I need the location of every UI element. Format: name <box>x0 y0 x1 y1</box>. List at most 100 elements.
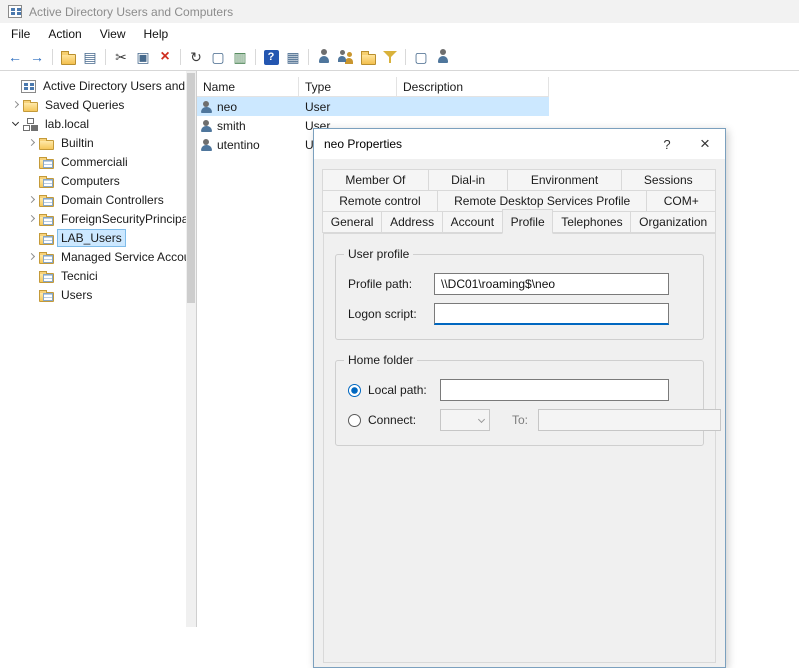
tree-expander-icon[interactable] <box>24 288 38 302</box>
tree-item-icon <box>23 102 38 112</box>
list-row-neo[interactable]: neo User <box>197 97 549 116</box>
tab-com-plus[interactable]: COM+ <box>646 190 716 212</box>
tree-item-label: Domain Controllers <box>58 192 167 208</box>
new-user-icon[interactable] <box>313 46 335 68</box>
column-header-name[interactable]: Name <box>197 77 299 96</box>
filter-icon[interactable] <box>379 46 401 68</box>
policy-icon[interactable]: ▢ <box>410 46 432 68</box>
tree-item-tecnici[interactable]: Tecnici <box>0 266 186 285</box>
tree-item-icon <box>39 159 54 169</box>
user-profile-group: User profile Profile path: Logon script: <box>335 254 704 340</box>
export-list-icon[interactable]: ▤ <box>79 46 101 68</box>
tree-item-label: ForeignSecurityPrincipals <box>58 211 186 227</box>
tab-row-1: Member OfDial-inEnvironmentSessions <box>323 169 716 191</box>
tree-expander-icon[interactable] <box>24 136 38 150</box>
find-user-icon[interactable] <box>432 46 454 68</box>
tree-expander-icon[interactable] <box>24 212 38 226</box>
tree-item-users[interactable]: Users <box>0 285 186 304</box>
tree-item-saved-queries[interactable]: Saved Queries <box>0 95 186 114</box>
cut-icon[interactable]: ✂ <box>110 46 132 68</box>
tree-expander-icon[interactable] <box>8 98 22 112</box>
menu-help[interactable]: Help <box>135 24 178 44</box>
tree-item-icon <box>39 216 54 226</box>
tree-expander-icon[interactable] <box>8 117 22 131</box>
tab-general[interactable]: General <box>322 211 382 233</box>
tree-item-root[interactable]: Active Directory Users and Computers <box>0 76 186 95</box>
back-icon[interactable]: ← <box>4 46 26 68</box>
menu-file[interactable]: File <box>2 24 39 44</box>
tab-organization[interactable]: Organization <box>630 211 716 233</box>
local-path-label: Local path: <box>368 383 440 397</box>
tab-sessions[interactable]: Sessions <box>621 169 716 191</box>
connect-radio[interactable] <box>348 414 361 427</box>
tree-expander-icon[interactable] <box>24 155 38 169</box>
connect-row: Connect: To: <box>348 409 691 431</box>
delete-icon[interactable]: × <box>154 46 176 68</box>
user-icon <box>201 120 212 132</box>
tree-item-label: Active Directory Users and Computers <box>40 78 186 94</box>
profile-tab-page: User profile Profile path: Logon script:… <box>323 233 716 663</box>
tree-expander-icon[interactable] <box>6 79 20 93</box>
local-path-radio[interactable] <box>348 384 361 397</box>
tree-expander-icon[interactable] <box>24 269 38 283</box>
toolbar: ← → ▤ ✂ ▣ × ↻ ▢ ▥ ? ▦ <box>0 44 799 71</box>
tree-expander-icon[interactable] <box>24 250 38 264</box>
dialog-help-button[interactable]: ? <box>649 129 685 159</box>
tree-item-icon <box>39 178 54 188</box>
export-icon[interactable]: ▥ <box>229 46 251 68</box>
tree-item-lab-local[interactable]: lab.local <box>0 114 186 133</box>
cell-name: smith <box>197 119 299 133</box>
tab-member-of[interactable]: Member Of <box>322 169 429 191</box>
toolbar-separator <box>180 49 181 65</box>
toolbar-separator <box>405 49 406 65</box>
tree-item-domain-controllers[interactable]: Domain Controllers <box>0 190 186 209</box>
local-path-row: Local path: <box>348 379 691 401</box>
tree-scrollbar-thumb[interactable] <box>187 73 195 303</box>
tree-item-label: LAB_Users <box>58 230 125 246</box>
tree-expander-icon[interactable] <box>24 193 38 207</box>
column-header-description[interactable]: Description <box>397 77 549 96</box>
profile-path-input[interactable] <box>434 273 669 295</box>
tree-scrollbar[interactable] <box>186 71 196 627</box>
tree-expander-icon[interactable] <box>24 174 38 188</box>
tree-item-lab-users[interactable]: LAB_Users <box>0 228 186 247</box>
to-label: To: <box>512 413 528 427</box>
tree-item-label: Computers <box>58 173 123 189</box>
properties-icon[interactable]: ▦ <box>282 46 304 68</box>
help-icon[interactable]: ? <box>260 46 282 68</box>
copy-icon[interactable]: ▣ <box>132 46 154 68</box>
menu-bar: File Action View Help <box>0 23 799 44</box>
profile-path-label: Profile path: <box>348 277 434 291</box>
cell-name-text: utentino <box>217 138 260 152</box>
menu-action[interactable]: Action <box>39 24 90 44</box>
tab-environment[interactable]: Environment <box>507 169 621 191</box>
menu-view[interactable]: View <box>91 24 135 44</box>
drive-letter-select <box>440 409 490 431</box>
tab-telephones[interactable]: Telephones <box>552 211 631 233</box>
cell-type: User <box>299 100 397 114</box>
tab-profile[interactable]: Profile <box>502 209 554 234</box>
tree-expander-icon[interactable] <box>24 231 38 245</box>
cell-name-text: neo <box>217 100 237 114</box>
tree-item-managed-service-accounts[interactable]: Managed Service Accounts <box>0 247 186 266</box>
refresh-icon[interactable]: ↻ <box>185 46 207 68</box>
new-ou-icon[interactable] <box>357 46 379 68</box>
tree-item-foreign-security-principals[interactable]: ForeignSecurityPrincipals <box>0 209 186 228</box>
dialog-close-button[interactable]: × <box>685 129 725 159</box>
tree-item-computers[interactable]: Computers <box>0 171 186 190</box>
tree-item-commerciali[interactable]: Commerciali <box>0 152 186 171</box>
new-group-icon[interactable] <box>335 46 357 68</box>
tab-account[interactable]: Account <box>442 211 503 233</box>
forward-icon[interactable]: → <box>26 46 48 68</box>
tab-remote-control[interactable]: Remote control <box>322 190 438 212</box>
tab-dial-in[interactable]: Dial-in <box>428 169 509 191</box>
cell-name: neo <box>197 100 299 114</box>
show-console-tree-icon[interactable] <box>57 46 79 68</box>
tree-item-builtin[interactable]: Builtin <box>0 133 186 152</box>
tree-item-label: Tecnici <box>58 268 101 284</box>
tab-address[interactable]: Address <box>381 211 443 233</box>
local-path-input[interactable] <box>440 379 669 401</box>
window-icon[interactable]: ▢ <box>207 46 229 68</box>
column-header-type[interactable]: Type <box>299 77 397 96</box>
logon-script-input[interactable] <box>434 303 669 325</box>
